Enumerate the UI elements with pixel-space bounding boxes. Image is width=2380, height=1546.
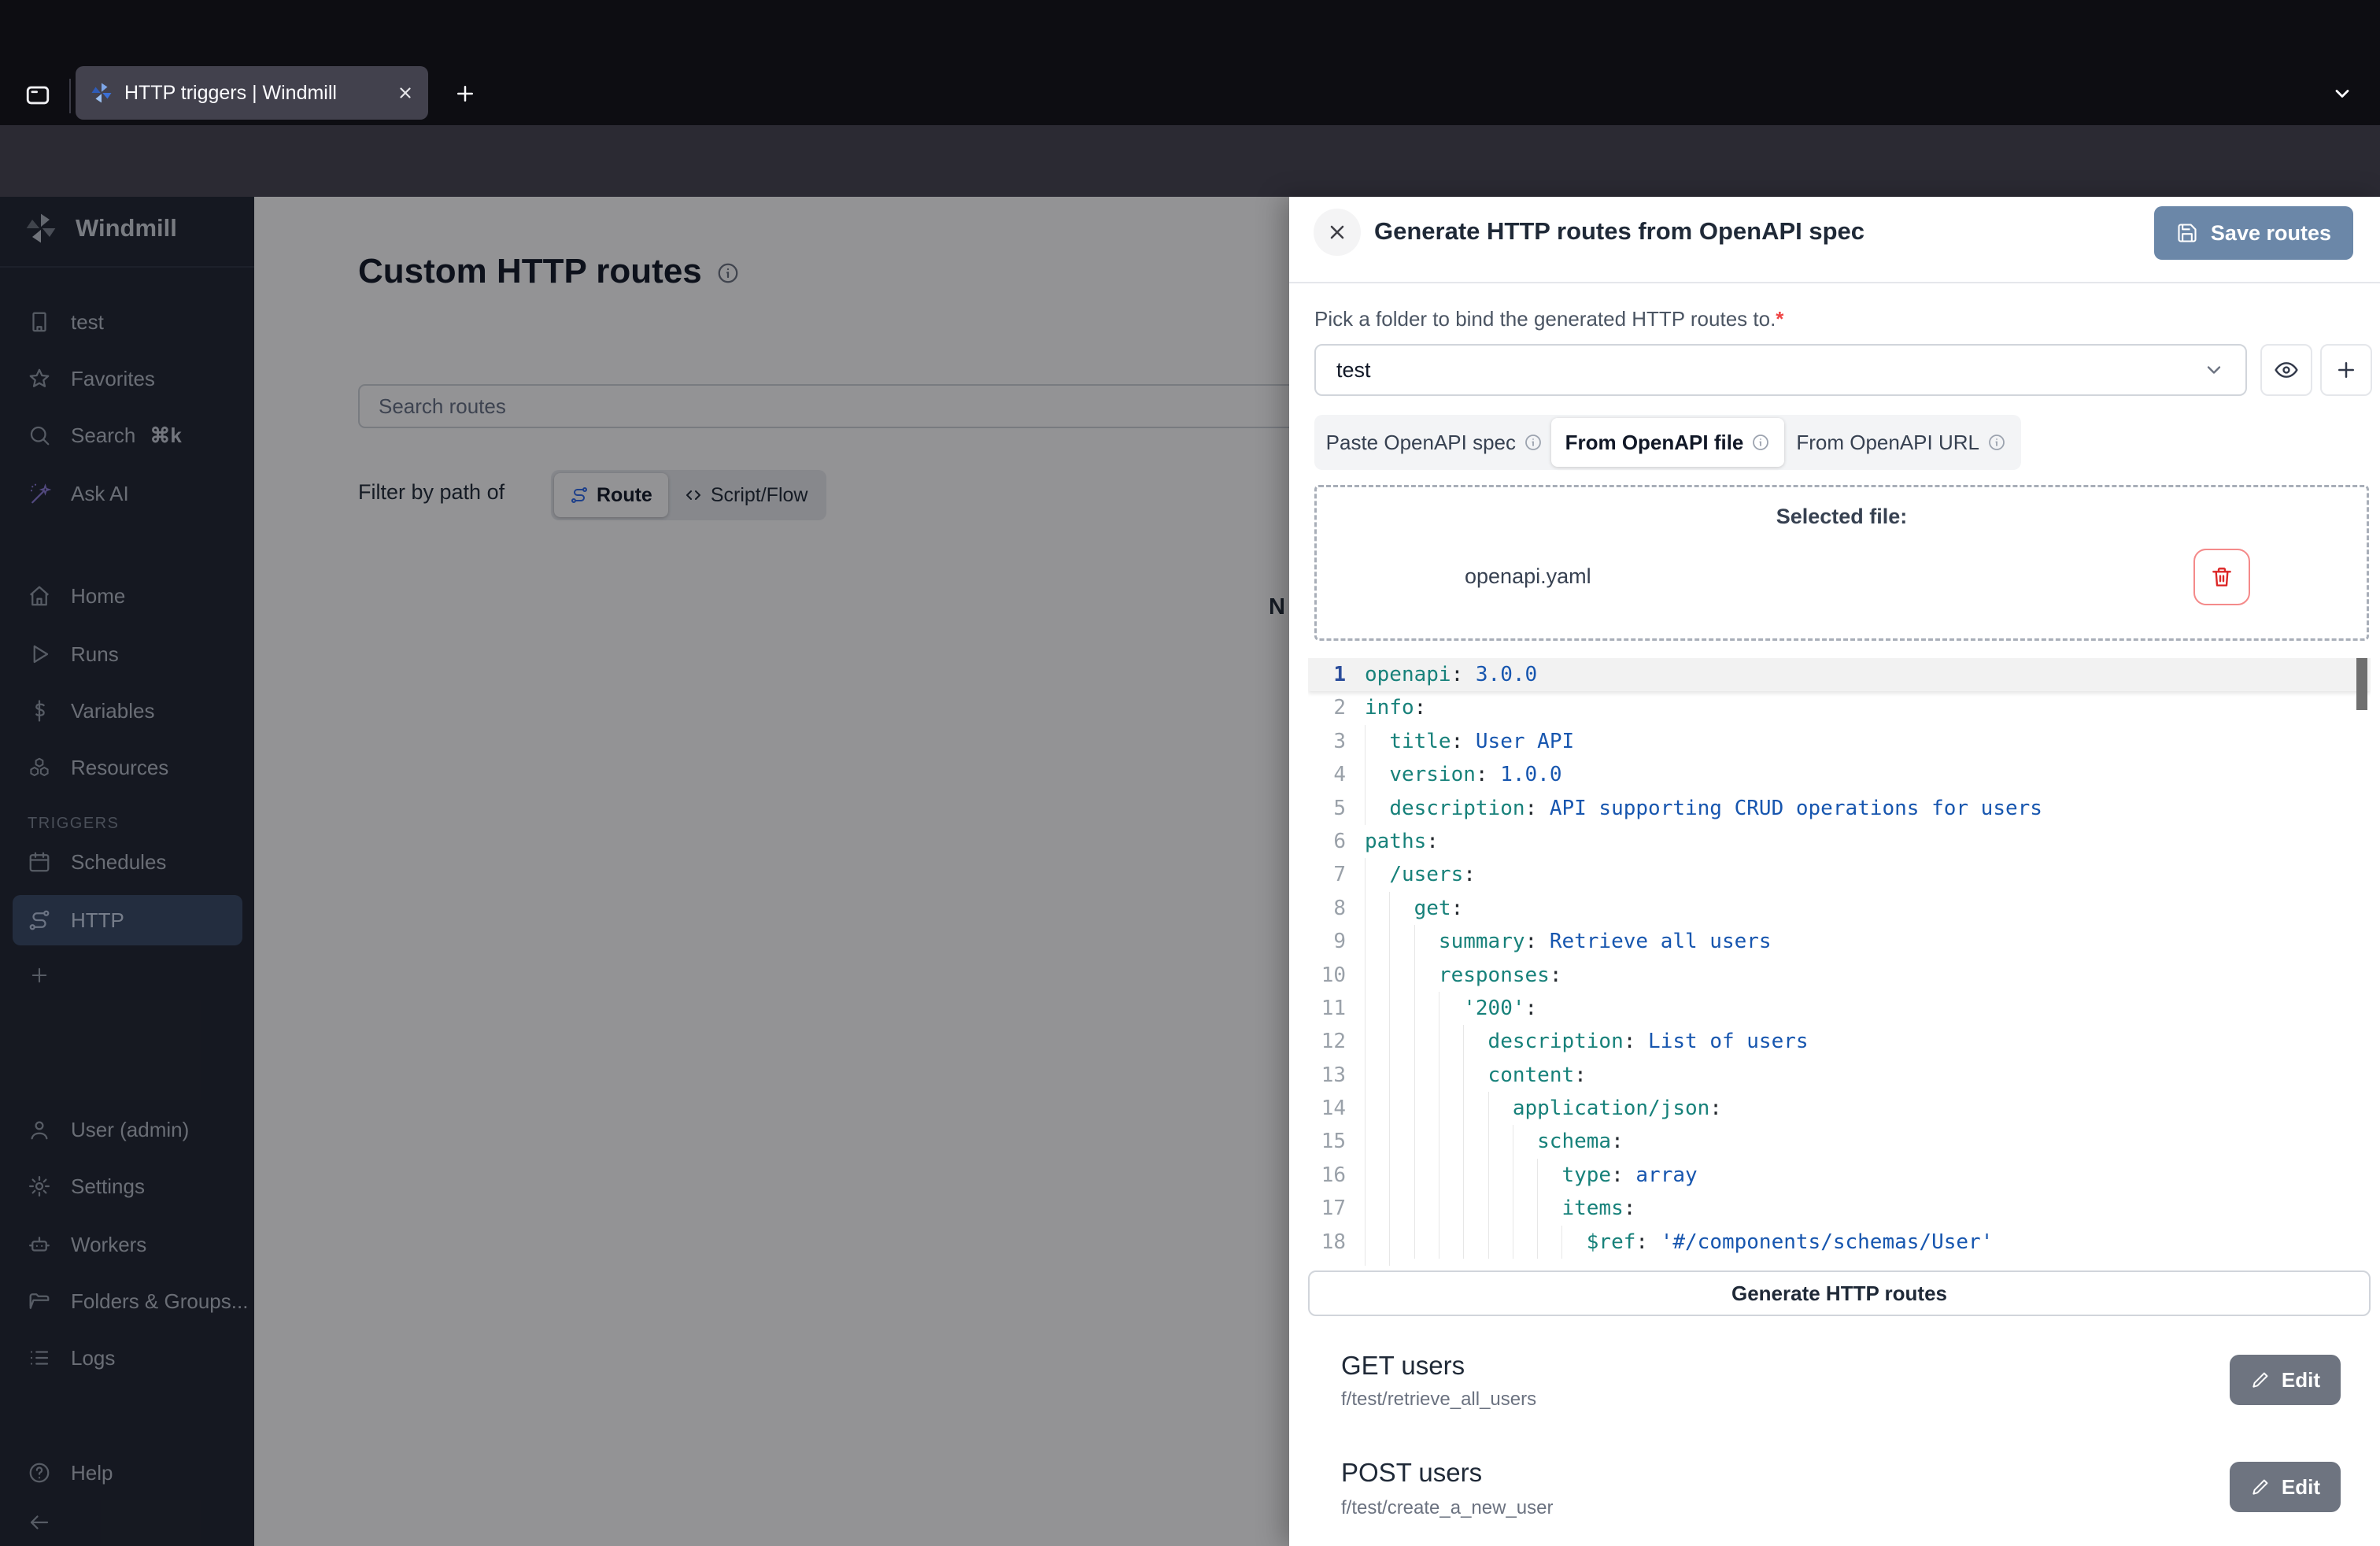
firefox-view-button[interactable]	[16, 76, 60, 115]
pencil-icon	[2250, 1477, 2271, 1497]
new-tab-button[interactable]	[444, 72, 486, 115]
route-title-post-users: POST users	[1341, 1458, 1482, 1488]
trash-icon	[2209, 564, 2234, 590]
firefox-view-icon	[24, 82, 51, 109]
remove-file-button[interactable]	[2193, 549, 2250, 605]
tab-title: HTTP triggers | Windmill	[124, 82, 389, 105]
folder-select-value: test	[1336, 358, 1371, 383]
info-icon	[1524, 433, 1543, 452]
generate-http-routes-button[interactable]: Generate HTTP routes	[1308, 1270, 2371, 1316]
browser-toolbar: http://localhost:3000/routes?filter_path…	[0, 125, 2380, 197]
code-line[interactable]: 3 title: User API	[1308, 725, 2371, 758]
code-line[interactable]: 10 responses:	[1308, 959, 2371, 992]
code-line[interactable]: 12 description: List of users	[1308, 1025, 2371, 1058]
code-line[interactable]: 15 schema:	[1308, 1125, 2371, 1158]
close-icon	[1326, 221, 1348, 243]
drawer-backdrop[interactable]	[0, 197, 1289, 1546]
browser-tab-strip: HTTP triggers | Windmill	[0, 0, 2380, 125]
code-line[interactable]: 2info:	[1308, 691, 2371, 724]
code-line[interactable]: 6paths:	[1308, 825, 2371, 858]
eye-icon	[2274, 357, 2299, 383]
code-lines: 1openapi: 3.0.02info:3 title: User API4 …	[1308, 658, 2371, 1266]
code-line[interactable]: 11 '200':	[1308, 992, 2371, 1025]
plus-icon	[2334, 358, 2358, 382]
drawer-close-button[interactable]	[1314, 209, 1361, 256]
tab-from-openapi-url[interactable]: From OpenAPI URL	[1784, 418, 2018, 467]
code-line[interactable]: 16 type: array	[1308, 1159, 2371, 1192]
save-routes-button[interactable]: Save routes	[2154, 206, 2353, 260]
add-folder-button[interactable]	[2320, 344, 2372, 396]
edit-route-button-post[interactable]: Edit	[2230, 1462, 2341, 1512]
tab-from-openapi-file[interactable]: From OpenAPI file	[1551, 418, 1785, 467]
drawer-title: Generate HTTP routes from OpenAPI spec	[1374, 217, 1864, 246]
code-line[interactable]: 14 application/json:	[1308, 1092, 2371, 1125]
browser-tab[interactable]: HTTP triggers | Windmill	[76, 66, 428, 120]
required-asterisk: *	[1776, 307, 1783, 331]
code-line[interactable]: 13 content:	[1308, 1059, 2371, 1092]
route-title-get-users: GET users	[1341, 1351, 1465, 1381]
selected-file-label: Selected file:	[1317, 505, 2367, 529]
code-line[interactable]: 1openapi: 3.0.0	[1308, 658, 2371, 691]
chevron-down-icon	[2331, 83, 2353, 105]
edit-route-button-get[interactable]: Edit	[2230, 1355, 2341, 1405]
tab-separator	[69, 79, 71, 113]
code-line[interactable]: 5 description: API supporting CRUD opera…	[1308, 792, 2371, 825]
code-line[interactable]: 19 post:	[1308, 1259, 2371, 1266]
editor-scrollbar-thumb[interactable]	[2356, 658, 2367, 710]
file-dropzone[interactable]: Selected file: openapi.yaml	[1314, 485, 2369, 641]
route-path-post-users: f/test/create_a_new_user	[1341, 1497, 1554, 1519]
openapi-drawer: Generate HTTP routes from OpenAPI spec S…	[1289, 197, 2380, 1546]
save-icon	[2176, 222, 2198, 244]
code-line[interactable]: 4 version: 1.0.0	[1308, 758, 2371, 791]
openapi-code-editor[interactable]: 1openapi: 3.0.02info:3 title: User API4 …	[1308, 658, 2371, 1266]
pencil-icon	[2250, 1370, 2271, 1390]
code-line[interactable]: 17 items:	[1308, 1192, 2371, 1225]
view-folder-button[interactable]	[2260, 344, 2312, 396]
code-line[interactable]: 18 $ref: '#/components/schemas/User'	[1308, 1226, 2371, 1259]
tab-close-icon[interactable]	[397, 84, 414, 102]
route-path-get-users: f/test/retrieve_all_users	[1341, 1389, 1536, 1411]
chevron-down-icon	[2203, 359, 2225, 381]
app-root: HTTP triggers | Windmill	[0, 0, 2380, 1546]
info-icon	[1987, 433, 2006, 452]
plus-icon	[453, 82, 477, 105]
folder-select[interactable]: test	[1314, 344, 2247, 396]
tab-paste-openapi-spec[interactable]: Paste OpenAPI spec	[1318, 418, 1551, 467]
code-line[interactable]: 7 /users:	[1308, 858, 2371, 891]
folder-picker-label: Pick a folder to bind the generated HTTP…	[1314, 307, 1783, 331]
spec-source-tabs: Paste OpenAPI spec From OpenAPI file Fro…	[1314, 415, 2021, 470]
code-line[interactable]: 9 summary: Retrieve all users	[1308, 925, 2371, 958]
info-icon	[1751, 433, 1770, 452]
selected-file-name: openapi.yaml	[1465, 564, 1591, 589]
list-all-tabs-button[interactable]	[2320, 72, 2364, 115]
windmill-favicon	[90, 81, 113, 105]
drawer-header-divider	[1289, 282, 2380, 283]
code-line[interactable]: 8 get:	[1308, 892, 2371, 925]
